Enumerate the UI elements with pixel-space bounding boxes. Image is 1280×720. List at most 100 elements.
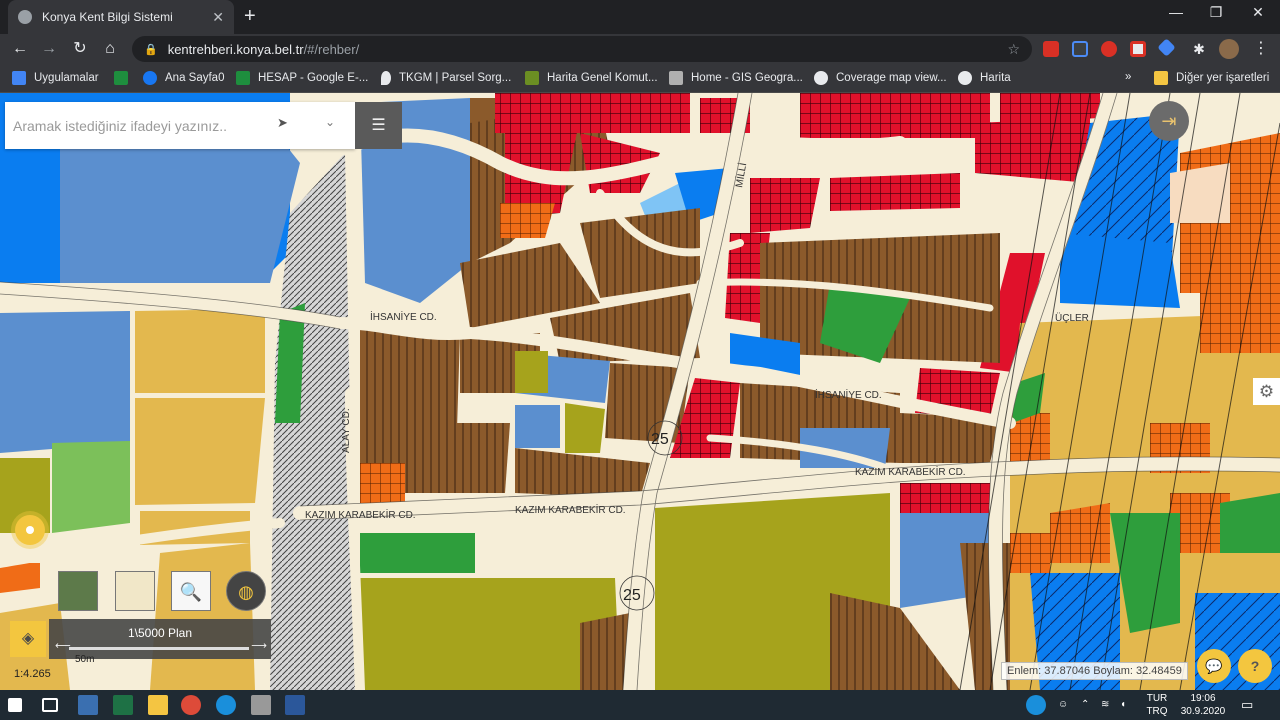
- edge-icon[interactable]: [216, 695, 236, 715]
- close-tab-icon[interactable]: ✕: [212, 9, 224, 26]
- people-icon[interactable]: ☺: [1058, 698, 1068, 711]
- chrome-menu-icon[interactable]: ⋮: [1250, 38, 1272, 60]
- profile-avatar[interactable]: [1219, 39, 1239, 59]
- search-input[interactable]: [5, 105, 255, 146]
- bookmark-green-cross[interactable]: [114, 71, 136, 85]
- public-area: [0, 311, 130, 453]
- my-location-button[interactable]: [15, 515, 45, 545]
- home-icon[interactable]: ⌂: [99, 38, 121, 60]
- gis-icon: [669, 71, 683, 85]
- lang-bottom: TRQ: [1146, 706, 1168, 717]
- close-window-icon[interactable]: ✕: [1238, 4, 1278, 21]
- input-language[interactable]: TUR TRQ: [1145, 692, 1169, 718]
- street-label: KAZIM KARABEKİR CD.: [305, 508, 416, 521]
- help-button[interactable]: ?: [1238, 649, 1272, 683]
- orange-area: [0, 563, 40, 593]
- opacity-slider[interactable]: [69, 647, 249, 650]
- list-menu-button[interactable]: ☰: [355, 102, 402, 149]
- yellow-area: [135, 309, 265, 393]
- excel-icon[interactable]: [113, 695, 133, 715]
- bookmark-coverage[interactable]: Coverage map view...: [814, 71, 947, 85]
- pdf-extension-icon[interactable]: [1043, 41, 1059, 57]
- bookmark-gis-geography[interactable]: Home - GIS Geogra...: [669, 71, 803, 85]
- bookmark-tkgm[interactable]: TKGM | Parsel Sorg...: [381, 71, 511, 85]
- address-bar[interactable]: 🔒 kentrehberi.konya.bel.tr/#/rehber/ ☆: [132, 36, 1032, 62]
- start-windows-icon[interactable]: [8, 698, 22, 712]
- chat-bubble-icon: 💬: [1205, 658, 1223, 674]
- bookmark-other[interactable]: Diğer yer işaretleri: [1154, 71, 1269, 85]
- scale-text: 1:4.265: [14, 668, 51, 680]
- login-button[interactable]: ⇥: [1149, 101, 1189, 141]
- globe-icon: [958, 71, 972, 85]
- clock-date: 30.9.2020: [1180, 706, 1226, 717]
- browser-tabstrip: Konya Kent Bilgi Sistemi ✕ + — ❐ ✕: [0, 0, 1280, 34]
- orange-block: [360, 463, 405, 503]
- maximize-icon[interactable]: ❐: [1196, 4, 1236, 21]
- adblock-extension-icon[interactable]: [1101, 41, 1117, 57]
- bookmark-label: Diğer yer işaretleri: [1176, 72, 1270, 84]
- residential-block: [415, 423, 510, 493]
- reload-icon[interactable]: ↻: [69, 38, 91, 60]
- network-icon[interactable]: ≋: [1101, 698, 1109, 711]
- layers-button[interactable]: ◈: [10, 621, 46, 657]
- magnifier-icon: 🔍: [179, 582, 203, 602]
- street-label: KAZIM KARABEKİR CD.: [855, 465, 966, 478]
- bookmarks-overflow-icon[interactable]: »: [1125, 71, 1131, 83]
- school-area: [1060, 233, 1180, 308]
- bookmark-label: HESAP - Google E-...: [258, 72, 369, 84]
- bookmark-harita[interactable]: Harita: [958, 71, 1011, 85]
- clock[interactable]: 19:06 30.9.2020: [1175, 692, 1231, 718]
- commercial-block: [495, 93, 690, 133]
- bookmark-label: Ana Sayfa0: [165, 72, 225, 84]
- minimize-icon[interactable]: —: [1156, 4, 1196, 20]
- pocket-extension-icon[interactable]: [1130, 41, 1146, 57]
- calculator-icon[interactable]: [251, 695, 271, 715]
- bookmark-label: Home - GIS Geogra...: [691, 72, 803, 84]
- bookmark-label: Harita: [980, 72, 1011, 84]
- basemap-satellite[interactable]: [58, 571, 98, 611]
- forward-icon[interactable]: →: [38, 38, 60, 60]
- street-label: KAZIM KARABEKİR CD.: [515, 503, 626, 516]
- basemap-search[interactable]: 🔍: [171, 571, 211, 611]
- file-explorer-icon[interactable]: [148, 695, 168, 715]
- coordinates-readout: Enlem: 37.87046 Boylam: 32.48459: [1001, 662, 1188, 680]
- chevron-down-icon[interactable]: ⌄: [325, 115, 335, 129]
- tab-konya-kent[interactable]: Konya Kent Bilgi Sistemi ✕: [8, 0, 234, 34]
- bookmark-star-icon[interactable]: ☆: [1007, 41, 1020, 58]
- new-tab-icon[interactable]: +: [244, 5, 256, 28]
- question-icon: ?: [1250, 658, 1260, 674]
- volume-icon[interactable]: ◖: [1120, 698, 1126, 711]
- yellow-area: [150, 543, 255, 690]
- tray-overflow-icon[interactable]: ⌃: [1081, 698, 1089, 711]
- map-settings-button[interactable]: ⚙: [1253, 378, 1280, 405]
- chrome-icon[interactable]: [181, 695, 201, 715]
- lock-icon: 🔒: [144, 43, 158, 56]
- sign-in-icon: ⇥: [1161, 111, 1177, 131]
- orange-block: [1200, 283, 1280, 353]
- apps-grid-icon: [12, 71, 26, 85]
- bookmark-harita-genel[interactable]: Harita Genel Komut...: [525, 71, 658, 85]
- arrow-right-icon[interactable]: ⟶: [251, 639, 267, 652]
- basemap-globe[interactable]: ◍: [226, 571, 266, 611]
- street-label: ALAY CD.: [341, 408, 352, 453]
- iq-extension-icon[interactable]: [1072, 41, 1088, 57]
- bookmark-label: Uygulamalar: [34, 72, 99, 84]
- bookmark-apps[interactable]: Uygulamalar: [12, 71, 99, 85]
- arrow-left-icon[interactable]: ⟵: [55, 639, 71, 652]
- extensions-puzzle-icon[interactable]: ✱: [1188, 38, 1210, 60]
- chat-button[interactable]: 💬: [1197, 649, 1231, 683]
- back-icon[interactable]: ←: [9, 38, 31, 60]
- basemap-plan[interactable]: [115, 571, 155, 611]
- locate-arrow-icon[interactable]: ➤: [277, 115, 288, 131]
- help-tray-icon[interactable]: [1026, 695, 1046, 715]
- word-icon[interactable]: [285, 695, 305, 715]
- shield-extension-icon[interactable]: [1157, 38, 1176, 57]
- map-search-box: ➤ ⌄: [5, 102, 355, 149]
- task-view-icon[interactable]: [42, 698, 58, 712]
- bookmark-hesap[interactable]: HESAP - Google E-...: [236, 71, 368, 85]
- city-plan-map[interactable]: İHSANİYE CD. İHSANİYE CD. KAZIM KARABEKİ…: [0, 93, 1280, 690]
- bookmark-facebook[interactable]: Ana Sayfa0: [143, 71, 224, 85]
- street-label: ÜÇLER: [1055, 312, 1089, 324]
- notifications-icon[interactable]: ▭: [1241, 698, 1253, 711]
- search-app-icon[interactable]: [78, 695, 98, 715]
